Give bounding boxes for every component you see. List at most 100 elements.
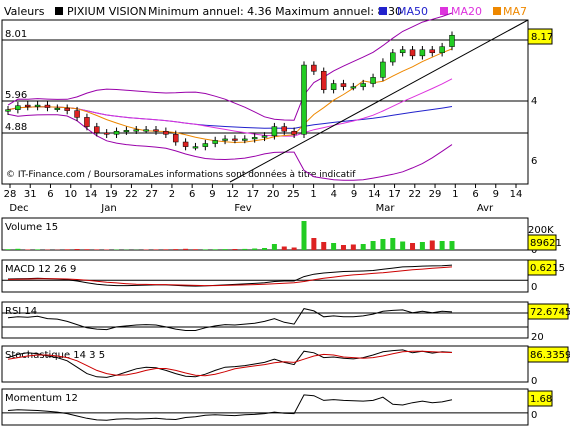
momentum-last: 1.68 <box>530 394 552 405</box>
candle-body <box>192 146 199 149</box>
candle-body <box>94 126 100 134</box>
volume-bar <box>202 249 208 250</box>
momentum-title: Momentum 12 <box>5 393 78 404</box>
candle-body <box>222 138 228 141</box>
month-label: Fev <box>234 203 251 214</box>
x-tick-label: 28 <box>4 189 17 200</box>
x-tick-label: 31 <box>24 189 37 200</box>
x-tick-label: 17 <box>388 189 401 200</box>
volume-bar <box>419 242 425 250</box>
candle-body <box>429 49 436 54</box>
volume-bar <box>340 245 346 250</box>
candle-body <box>449 34 455 47</box>
x-tick-label: 20 <box>267 189 280 200</box>
macd-tick-0: 0 <box>531 282 537 293</box>
volume-bar <box>35 249 41 250</box>
candle-body <box>172 134 179 143</box>
candle-body <box>113 130 120 135</box>
candle-body <box>143 129 149 132</box>
price-frame <box>1 19 529 185</box>
volume-bar <box>429 240 435 250</box>
macd-panel: MACD 12 26 9 0 0.6215 <box>1 259 565 293</box>
volume-bar <box>64 249 70 250</box>
volume-bar <box>153 249 159 250</box>
x-tick-label: 4 <box>331 189 337 200</box>
volume-bar <box>212 249 218 250</box>
volume-bar <box>74 249 80 250</box>
volume-bar <box>5 249 11 250</box>
volume-bar <box>321 242 327 250</box>
x-tick-label: 14 <box>510 189 523 200</box>
candle-body <box>163 130 169 135</box>
volume-bar <box>163 249 169 250</box>
rsi-frame <box>1 301 529 339</box>
ytick-4: 6 <box>531 156 537 167</box>
x-tick-label: 27 <box>145 189 158 200</box>
x-tick-label: 14 <box>368 189 381 200</box>
month-label: Mar <box>376 203 396 214</box>
volume-bar <box>400 241 406 250</box>
stock-name: PIXIUM VISION <box>67 5 147 18</box>
macd-last: 0.6215 <box>530 263 565 274</box>
x-tick-label: 17 <box>247 189 260 200</box>
volume-bar <box>350 244 356 250</box>
candle-body <box>291 130 297 135</box>
volume-bar <box>390 238 396 250</box>
x-tick-label: 29 <box>429 189 442 200</box>
candle-body <box>439 46 445 54</box>
momentum-tick-0: 0 <box>531 410 537 421</box>
volume-bar <box>331 243 337 250</box>
candle-body <box>399 49 406 54</box>
candle-body <box>320 70 327 90</box>
x-tick-label: 9 <box>209 189 215 200</box>
ma20-label: MA20 <box>451 5 482 18</box>
x-tick-label: 9 <box>351 189 357 200</box>
volume-bar <box>262 248 268 250</box>
candle-body <box>64 107 70 111</box>
month-label: Dec <box>9 203 28 214</box>
ma50-swatch <box>379 7 387 15</box>
candle-body <box>360 83 366 87</box>
x-axis: 28 31 6 10 14 19 22 27 2 6 9 12 17 20 25 1 4 9 14 17 22 29 1 6 9… <box>4 184 523 214</box>
stoch-last: 86.3359 <box>530 350 570 361</box>
candle-body <box>153 129 159 132</box>
volume-bar <box>301 221 307 250</box>
candle-body <box>419 49 426 57</box>
ma7-swatch <box>493 7 501 15</box>
candle-body <box>340 83 347 87</box>
macd-title: MACD 12 26 9 <box>5 264 76 275</box>
candle-body <box>74 110 80 118</box>
candle-body <box>103 132 110 135</box>
volume-bar <box>370 241 376 250</box>
month-label: Jan <box>100 203 116 214</box>
volume-bar <box>173 249 179 250</box>
x-tick-label: 2 <box>169 189 175 200</box>
x-tick-label: 22 <box>125 189 138 200</box>
volume-bar <box>84 249 90 250</box>
ma20-swatch <box>440 7 448 15</box>
x-tick-label: 9 <box>493 189 499 200</box>
candle-body <box>271 126 278 137</box>
chart-svg: Valeurs PIXIUM VISION Minimum annuel: 4.… <box>1 5 570 426</box>
chart-stage: Valeurs PIXIUM VISION Minimum annuel: 4.… <box>0 0 570 430</box>
stoch-tick-0: 0 <box>531 376 537 387</box>
x-tick-label: 22 <box>408 189 421 200</box>
x-tick-label: 10 <box>64 189 77 200</box>
volume-panel: Volume 15 200K 0 89621 <box>1 217 562 256</box>
candle-body <box>281 126 288 132</box>
candle-body <box>370 77 376 84</box>
volume-bar <box>192 249 198 250</box>
x-tick-label: 1 <box>310 189 316 200</box>
volume-bar <box>242 248 248 250</box>
candle-body <box>54 107 61 110</box>
volume-bar <box>15 248 21 250</box>
ma7-label: MA7 <box>503 5 527 18</box>
candle-body <box>301 64 307 135</box>
volume-bar <box>183 248 189 250</box>
candle-body <box>5 109 11 112</box>
volume-tick-200k: 200K <box>528 225 554 236</box>
volume-title: Volume 15 <box>5 222 58 233</box>
momentum-frame <box>1 388 529 426</box>
candle-body <box>261 135 268 138</box>
x-tick-label: 25 <box>287 189 300 200</box>
